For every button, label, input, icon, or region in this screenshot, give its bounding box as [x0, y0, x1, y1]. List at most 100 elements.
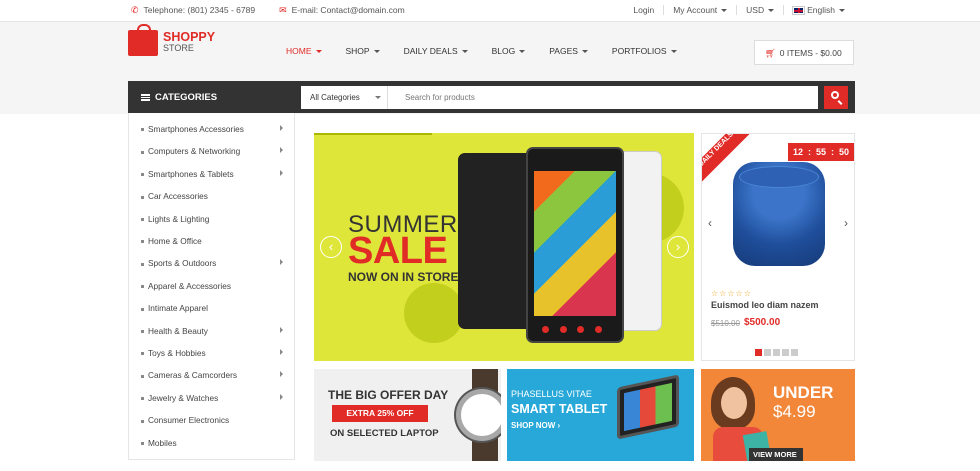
- slider-sale: SALE: [348, 230, 448, 272]
- nav-home[interactable]: HOME: [286, 46, 322, 56]
- deal-dot[interactable]: [791, 349, 798, 356]
- category-item-label: Cameras & Camcorders: [148, 370, 237, 381]
- bullet-icon: [141, 352, 144, 356]
- logo[interactable]: SHOPPY STORE: [128, 24, 215, 56]
- category-item[interactable]: Computers & Networking: [141, 146, 287, 168]
- deal-pagination: [755, 349, 798, 356]
- slider-prev-button[interactable]: ‹: [320, 236, 342, 258]
- category-item-label: Consumer Electronics: [148, 415, 230, 426]
- my-account-dropdown[interactable]: My Account: [663, 5, 736, 15]
- category-item[interactable]: Smartphones Accessories: [141, 124, 287, 146]
- category-item[interactable]: Consumer Electronics: [141, 415, 287, 437]
- chevron-right-icon: [280, 326, 283, 333]
- category-item-label: Mobiles: [148, 437, 177, 448]
- shop-now-link[interactable]: SHOP NOW ›: [511, 421, 560, 430]
- category-item[interactable]: Cameras & Camcorders: [141, 370, 287, 392]
- category-item[interactable]: Jewelry & Watches: [141, 393, 287, 415]
- category-item-label: Jewelry & Watches: [148, 392, 219, 403]
- phone-image: [526, 147, 624, 343]
- slider-progress: [314, 133, 432, 135]
- slider-subheadline: NOW ON IN STORE: [348, 270, 459, 284]
- bullet-icon: [141, 397, 144, 401]
- category-item[interactable]: Lights & Lighting: [141, 214, 287, 236]
- phone-image: [458, 153, 536, 329]
- rating-stars: ☆☆☆☆☆: [711, 289, 752, 298]
- category-item[interactable]: Apparel & Accessories: [141, 281, 287, 303]
- nav-blog-label: BLOG: [491, 46, 516, 56]
- category-item-label: Smartphones Accessories: [148, 124, 244, 134]
- paint-splash: [404, 283, 464, 343]
- view-more-button[interactable]: VIEW MORE: [749, 448, 803, 461]
- search-icon: [831, 91, 839, 99]
- banner-smart-tablet[interactable]: PHASELLUS VITAE SMART TABLET SHOP NOW ›: [507, 369, 694, 461]
- deal-dot[interactable]: [782, 349, 789, 356]
- deal-next-arrow[interactable]: ›: [844, 216, 848, 230]
- product-image[interactable]: [733, 162, 825, 266]
- category-select[interactable]: All Categories: [301, 86, 388, 109]
- category-list: Smartphones Accessories Computers & Netwo…: [128, 113, 295, 460]
- nav-blog[interactable]: BLOG: [492, 46, 526, 56]
- chevron-down-icon: [670, 50, 677, 54]
- chevron-right-icon: [280, 147, 283, 154]
- category-item[interactable]: Intimate Apparel: [141, 303, 287, 325]
- cart-button[interactable]: 🛒︎ 0 ITEMS - $0.00: [754, 40, 854, 65]
- bullet-icon: [141, 150, 144, 154]
- nav-pages[interactable]: PAGES: [549, 46, 588, 56]
- shopping-bag-icon: [128, 24, 158, 56]
- nav-portfolios[interactable]: PORTFOLIOS: [612, 46, 677, 56]
- nav-shop[interactable]: SHOP: [346, 46, 380, 56]
- category-item[interactable]: Car Accessories: [141, 191, 287, 213]
- banner-big-offer[interactable]: THE BIG OFFER DAY EXTRA 25% OFF ON SELEC…: [314, 369, 501, 461]
- currency-dropdown[interactable]: USD: [736, 5, 783, 15]
- slider-next-button[interactable]: ›: [667, 236, 689, 258]
- chevron-down-icon: [839, 9, 845, 13]
- chevron-down-icon: [519, 50, 526, 54]
- category-item[interactable]: Mobiles: [141, 438, 287, 460]
- search-button[interactable]: [824, 86, 848, 109]
- category-item-label: Intimate Apparel: [148, 303, 208, 314]
- banner-discount-badge: EXTRA 25% OFF: [332, 405, 428, 422]
- chevron-down-icon: [375, 96, 381, 99]
- countdown-timer: 12: 55: 50: [788, 143, 854, 161]
- category-item-label: Smartphones & Tablets: [148, 168, 234, 179]
- category-item-label: Car Accessories: [148, 191, 208, 202]
- bullet-icon: [141, 285, 144, 289]
- category-item[interactable]: Sports & Outdoors: [141, 258, 287, 280]
- category-item[interactable]: Toys & Hobbies: [141, 348, 287, 370]
- tablet-image: [617, 374, 679, 440]
- deal-dot[interactable]: [755, 349, 762, 356]
- language-dropdown[interactable]: English: [783, 5, 854, 16]
- my-account-label: My Account: [673, 5, 718, 15]
- chevron-down-icon: [315, 50, 322, 54]
- phone-icon: ✆: [131, 5, 139, 15]
- email-text: E-mail: Contact@domain.com: [291, 5, 405, 15]
- deal-prev-arrow[interactable]: ‹: [708, 216, 712, 230]
- categories-toggle[interactable]: CATEGORIES: [128, 81, 294, 118]
- currency-label: USD: [746, 5, 765, 15]
- banner-title: UNDER: [773, 383, 834, 402]
- bullet-icon: [141, 419, 144, 423]
- timer-seconds: 50: [839, 147, 850, 157]
- category-item[interactable]: Smartphones & Tablets: [141, 169, 287, 191]
- category-item-label: Health & Beauty: [148, 325, 208, 336]
- timer-hours: 12: [793, 147, 804, 157]
- bullet-icon: [141, 441, 144, 445]
- bullet-icon: [141, 217, 144, 221]
- banner-under-price[interactable]: UNDER $4.99 VIEW MORE: [701, 369, 855, 461]
- search-input[interactable]: [388, 86, 818, 109]
- nav-daily-deals[interactable]: DAILY DEALS: [404, 46, 468, 56]
- phone-buttons: [542, 326, 602, 333]
- deal-dot[interactable]: [773, 349, 780, 356]
- banner-title: THE BIG OFFER DAY: [328, 388, 449, 402]
- deal-dot[interactable]: [764, 349, 771, 356]
- chevron-down-icon: [721, 9, 728, 13]
- login-link[interactable]: Login: [624, 5, 663, 15]
- hero-slider: SUMMER SALE NOW ON IN STORE ‹ ›: [314, 133, 694, 361]
- chevron-right-icon: [280, 393, 283, 400]
- chevron-right-icon: [280, 349, 283, 355]
- phone-text: Telephone: (801) 2345 - 6789: [143, 5, 256, 15]
- category-item[interactable]: Home & Office: [141, 236, 287, 258]
- category-item[interactable]: Health & Beauty: [141, 326, 287, 348]
- nav-shop-label: SHOP: [345, 46, 370, 56]
- product-name[interactable]: Euismod leo diam nazem: [711, 300, 819, 310]
